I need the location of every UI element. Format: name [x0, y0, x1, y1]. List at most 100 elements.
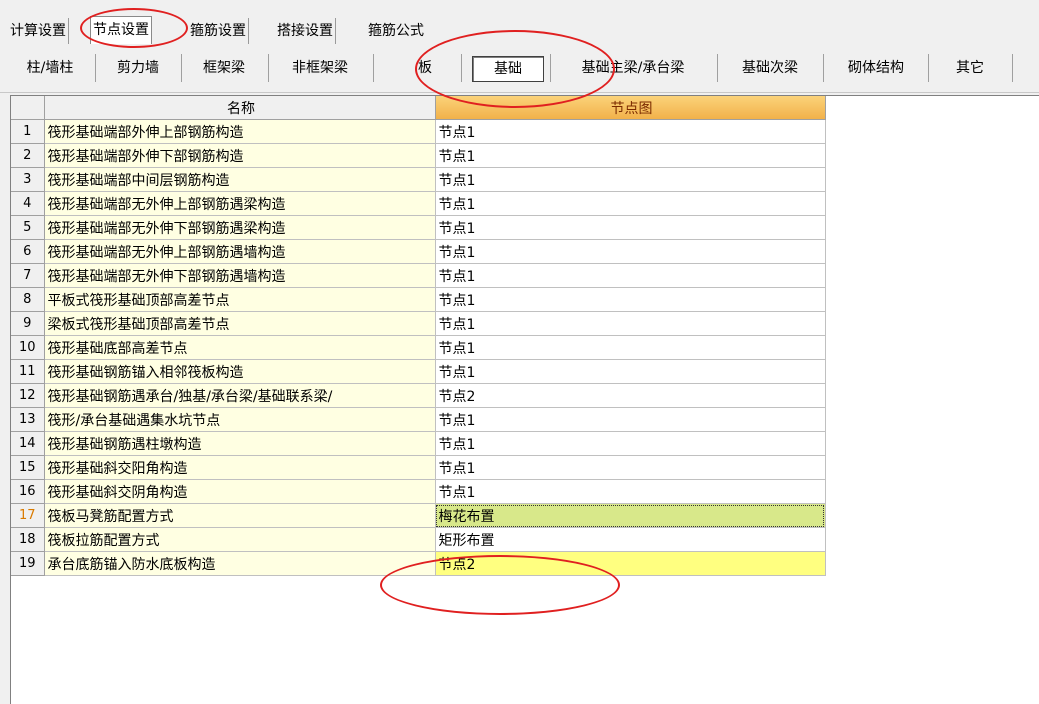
toolbar-foundation[interactable]: 基础 [472, 56, 544, 82]
setting-name-cell: 筏形基础钢筋遇承台/独基/承台梁/基础联系梁/ [44, 383, 436, 408]
node-settings-table: 名称 节点图 1 筏形基础端部外伸上部钢筋构造 节点1 2 筏形基础端部外伸下部钢筋构造… [11, 96, 826, 576]
setting-name-cell: 筏形基础端部外伸上部钢筋构造 [44, 119, 436, 144]
table-row[interactable]: 2 筏形基础端部外伸下部钢筋构造 节点1 [11, 143, 826, 168]
row-number[interactable]: 14 [11, 431, 45, 456]
setting-name-cell: 筏形基础端部无外伸上部钢筋遇梁构造 [44, 191, 436, 216]
table-row[interactable]: 10 筏形基础底部高差节点 节点1 [11, 335, 826, 360]
setting-name-cell: 筏形基础斜交阳角构造 [44, 455, 436, 480]
table-row[interactable]: 17 筏板马凳筋配置方式 梅花布置 [11, 503, 826, 528]
node-diagram-cell[interactable]: 节点1 [435, 479, 826, 504]
node-diagram-cell[interactable]: 节点1 [435, 407, 826, 432]
row-number[interactable]: 18 [11, 527, 45, 552]
table-row[interactable]: 14 筏形基础钢筋遇柱墩构造 节点1 [11, 431, 826, 456]
toolbar-separator [550, 54, 551, 82]
setting-name-cell: 筏形/承台基础遇集水坑节点 [44, 407, 436, 432]
node-diagram-cell[interactable]: 节点2 [435, 551, 826, 576]
setting-name-cell: 筏形基础端部无外伸上部钢筋遇墙构造 [44, 239, 436, 264]
node-diagram-cell[interactable]: 节点1 [435, 191, 826, 216]
table-row[interactable]: 4 筏形基础端部无外伸上部钢筋遇梁构造 节点1 [11, 191, 826, 216]
table-row[interactable]: 16 筏形基础斜交阴角构造 节点1 [11, 479, 826, 504]
setting-name-cell: 筏形基础端部外伸下部钢筋构造 [44, 143, 436, 168]
column-header-name[interactable]: 名称 [44, 96, 436, 120]
node-diagram-cell[interactable]: 节点1 [435, 263, 826, 288]
toolbar-separator [95, 54, 96, 82]
setting-name-cell: 筏板拉筋配置方式 [44, 527, 436, 552]
table-row[interactable]: 12 筏形基础钢筋遇承台/独基/承台梁/基础联系梁/节点2 [11, 383, 826, 408]
toolbar-column-wall-column[interactable]: 柱/墙柱 [12, 56, 88, 80]
row-number[interactable]: 11 [11, 359, 45, 384]
row-number-header [11, 96, 45, 120]
toolbar-foundation-main-beam-cap-beam[interactable]: 基础主梁/承台梁 [557, 56, 709, 80]
node-diagram-cell[interactable]: 节点2 [435, 383, 826, 408]
row-number[interactable]: 15 [11, 455, 45, 480]
tab-stirrup-settings[interactable]: 箍筋设置 [188, 18, 249, 44]
row-number[interactable]: 8 [11, 287, 45, 312]
node-diagram-cell[interactable]: 节点1 [435, 335, 826, 360]
toolbar-separator [268, 54, 269, 82]
node-diagram-cell[interactable]: 节点1 [435, 119, 826, 144]
toolbar-slab[interactable]: 板 [390, 56, 460, 80]
settings-tab-bar: 计算设置 节点设置 箍筋设置 搭接设置 箍筋公式 [0, 16, 1039, 45]
toolbar-separator [181, 54, 182, 82]
row-number[interactable]: 9 [11, 311, 45, 336]
row-number[interactable]: 10 [11, 335, 45, 360]
tab-calc-settings[interactable]: 计算设置 [8, 18, 69, 44]
row-number[interactable]: 4 [11, 191, 45, 216]
tab-lap-settings[interactable]: 搭接设置 [275, 18, 336, 44]
table-row[interactable]: 9 梁板式筏形基础顶部高差节点 节点1 [11, 311, 826, 336]
row-number[interactable]: 16 [11, 479, 45, 504]
table-row[interactable]: 7 筏形基础端部无外伸下部钢筋遇墙构造 节点1 [11, 263, 826, 288]
setting-name-cell: 筏形基础端部无外伸下部钢筋遇梁构造 [44, 215, 436, 240]
tab-node-settings[interactable]: 节点设置 [90, 16, 152, 45]
row-number[interactable]: 7 [11, 263, 45, 288]
toolbar-masonry-structure[interactable]: 砌体结构 [830, 56, 922, 80]
row-number[interactable]: 13 [11, 407, 45, 432]
node-diagram-cell[interactable]: 梅花布置 [435, 503, 826, 528]
tab-stirrup-formula[interactable]: 箍筋公式 [366, 18, 426, 44]
table-row[interactable]: 8 平板式筏形基础顶部高差节点 节点1 [11, 287, 826, 312]
node-diagram-cell[interactable]: 节点1 [435, 287, 826, 312]
row-number[interactable]: 3 [11, 167, 45, 192]
row-number[interactable]: 2 [11, 143, 45, 168]
table-row[interactable]: 13 筏形/承台基础遇集水坑节点 节点1 [11, 407, 826, 432]
row-number[interactable]: 17 [11, 503, 45, 528]
setting-name-cell: 筏形基础端部中间层钢筋构造 [44, 167, 436, 192]
toolbar-separator [928, 54, 929, 82]
row-number[interactable]: 1 [11, 119, 45, 144]
setting-name-cell: 承台底筋锚入防水底板构造 [44, 551, 436, 576]
column-header-node-diagram[interactable]: 节点图 [435, 96, 826, 120]
node-diagram-cell[interactable]: 节点1 [435, 167, 826, 192]
table-row[interactable]: 3 筏形基础端部中间层钢筋构造 节点1 [11, 167, 826, 192]
table-row[interactable]: 6 筏形基础端部无外伸上部钢筋遇墙构造 节点1 [11, 239, 826, 264]
toolbar-foundation-secondary-beam[interactable]: 基础次梁 [724, 56, 816, 80]
toolbar-separator [823, 54, 824, 82]
setting-name-cell: 平板式筏形基础顶部高差节点 [44, 287, 436, 312]
row-number[interactable]: 12 [11, 383, 45, 408]
node-diagram-cell[interactable]: 节点1 [435, 455, 826, 480]
table-row[interactable]: 19 承台底筋锚入防水底板构造 节点2 [11, 551, 826, 576]
node-diagram-cell[interactable]: 矩形布置 [435, 527, 826, 552]
node-diagram-cell[interactable]: 节点1 [435, 143, 826, 168]
toolbar-non-frame-beam[interactable]: 非框架梁 [275, 56, 365, 80]
row-number[interactable]: 19 [11, 551, 45, 576]
table-row[interactable]: 1 筏形基础端部外伸上部钢筋构造 节点1 [11, 119, 826, 144]
toolbar-frame-beam[interactable]: 框架梁 [188, 56, 260, 80]
node-diagram-cell[interactable]: 节点1 [435, 311, 826, 336]
toolbar-other[interactable]: 其它 [935, 56, 1005, 80]
table-row[interactable]: 18 筏板拉筋配置方式 矩形布置 [11, 527, 826, 552]
setting-name-cell: 梁板式筏形基础顶部高差节点 [44, 311, 436, 336]
setting-name-cell: 筏形基础斜交阴角构造 [44, 479, 436, 504]
row-number[interactable]: 6 [11, 239, 45, 264]
table-row[interactable]: 15 筏形基础斜交阳角构造 节点1 [11, 455, 826, 480]
row-number[interactable]: 5 [11, 215, 45, 240]
table-header-row: 名称 节点图 [11, 96, 826, 120]
table-row[interactable]: 11 筏形基础钢筋锚入相邻筏板构造 节点1 [11, 359, 826, 384]
setting-name-cell: 筏形基础钢筋锚入相邻筏板构造 [44, 359, 436, 384]
node-diagram-cell[interactable]: 节点1 [435, 239, 826, 264]
setting-name-cell: 筏形基础端部无外伸下部钢筋遇墙构造 [44, 263, 436, 288]
node-diagram-cell[interactable]: 节点1 [435, 431, 826, 456]
toolbar-shear-wall[interactable]: 剪力墙 [102, 56, 174, 80]
table-row[interactable]: 5 筏形基础端部无外伸下部钢筋遇梁构造 节点1 [11, 215, 826, 240]
node-diagram-cell[interactable]: 节点1 [435, 215, 826, 240]
node-diagram-cell[interactable]: 节点1 [435, 359, 826, 384]
